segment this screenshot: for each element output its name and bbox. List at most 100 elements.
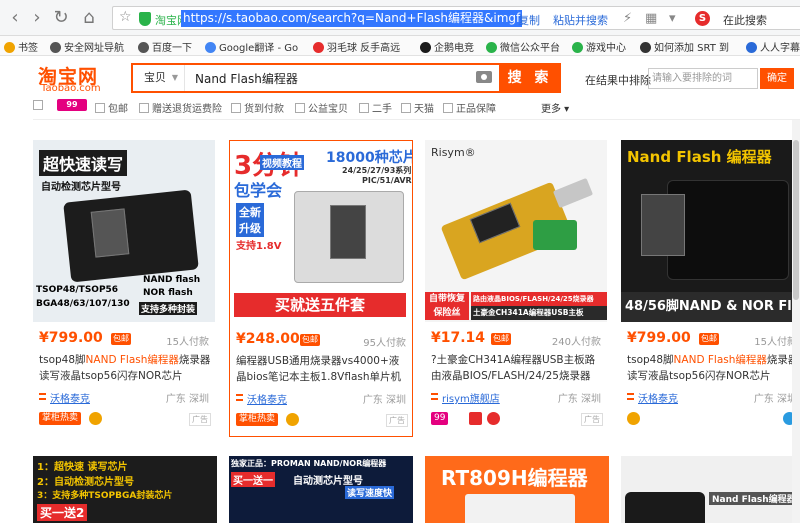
search-button[interactable]: 搜 索 [499,63,561,93]
bookmark-item[interactable]: 百度一下 [138,39,192,54]
exclude-label: 在结果中排除 [585,74,651,87]
filter-99[interactable] [33,100,46,112]
product-title[interactable]: tsop48脚NAND Flash编程器烧录器读写液晶tsop56闪存NOR芯片 [627,352,799,386]
filter-free-shipping[interactable]: 包邮 [95,100,128,115]
bookmark-item[interactable]: 人人字幕 [746,39,800,54]
price: ¥799.00 [39,330,103,346]
chevron-down-icon: ▼ [171,73,178,82]
address-bar[interactable]: ☆ 淘宝网 https://s.taobao.com/search?q=Nand… [112,6,800,30]
product-title[interactable]: tsop48脚NAND Flash编程器烧录器读写液晶tsop56闪存NOR芯片 [39,352,211,386]
filter-tmall[interactable]: 天猫 [401,100,434,115]
forward-icon[interactable]: › [26,7,48,29]
badge-row: 99 广告 [431,411,605,427]
sales-count: 95人付款 [363,338,406,349]
qrcode-icon[interactable]: ▦ [645,11,657,26]
img-text: 自带恢复 保险丝 [425,292,469,320]
filter-row: 99 包邮 赠送退货运费险 货到付款 公益宝贝 二手 天猫 正品保障 更多 ▾ [33,96,800,116]
product-card[interactable]: RT809H编程器 [425,456,609,523]
shield-icon [469,412,482,425]
refresh-icon[interactable]: ↻ [50,7,72,29]
product-title[interactable]: 编程器USB通用烧录器vs4000+液晶bios笔记本主板1.8Vflash单片… [236,353,408,387]
checkbox[interactable] [295,103,305,113]
filter-charity[interactable]: 公益宝贝 [295,100,348,115]
checkbox[interactable] [231,103,241,113]
bookmark-label: 书签 [18,43,38,54]
back-icon[interactable]: ‹ [4,7,26,29]
programmer-device [63,189,199,283]
filter-second-hand[interactable]: 二手 [359,100,392,115]
checkbox[interactable] [95,103,105,113]
bookmark-star-icon[interactable]: ☆ [119,9,132,25]
img-text: 超快速读写 [39,150,128,176]
location: 广东 深圳 [557,394,601,405]
product-image[interactable]: 3分钟 视频教程 包学会 18000种芯片 24/25/27/93系列 PIC/… [230,141,412,323]
filter-genuine[interactable]: 正品保障 [443,100,496,115]
title-part: 编程器USB通用烧录器vs4000+液晶bios笔记本主板1.8Vflash单片… [236,355,402,383]
copy-button[interactable]: 复制 [518,12,540,28]
filter-return-insurance[interactable]: 赠送退货运费险 [139,100,222,115]
search-input[interactable]: Nand Flash编程器 [195,70,298,87]
shop-icon [627,393,634,400]
browser-search-field[interactable]: 在此搜索 [723,12,767,28]
shop-link[interactable]: 沃格泰克 [50,390,90,405]
shop-link[interactable]: risym旗舰店 [442,390,500,405]
product-card[interactable]: 3分钟 视频教程 包学会 18000种芯片 24/25/27/93系列 PIC/… [229,140,413,437]
paste-search-button[interactable]: 粘贴并搜索 [553,12,608,28]
checkbox[interactable] [359,103,369,113]
filter-label: 包邮 [108,104,128,115]
hot-seller-badge: 掌柜热卖 [236,413,279,426]
bookmark-item[interactable]: 安全网址导航 [50,39,124,54]
checkbox[interactable] [401,103,411,113]
img-text: 路由液晶BIOS/FLASH/24/25烧录器 [471,292,607,306]
home-icon[interactable]: ⌂ [78,7,100,29]
bookmark-item[interactable]: 羽毛球 反手高远 [313,39,400,54]
checkbox[interactable] [33,100,43,110]
product-card[interactable]: Nand Flash编程器 [621,456,800,523]
url-text[interactable]: https://s.taobao.com/search?q=Nand+Flash… [181,10,523,27]
usb-connector [552,177,594,209]
lightning-icon[interactable]: ⚡ [623,11,632,26]
sales-count: 15人付款 [166,337,209,348]
badge-row [627,411,800,427]
product-image[interactable]: 超快速读写 自动检测芯片型号 NAND flash NOR flash TSOP… [33,140,215,322]
img-text: 2：自动检测芯片型号 [37,477,134,488]
checkbox[interactable] [139,103,149,113]
product-card[interactable]: Risym® 自带恢复 保险丝 路由液晶BIOS/FLASH/24/25烧录器 土… [425,140,609,437]
dropdown-icon[interactable]: ▾ [669,11,676,26]
security-shield-icon [139,12,151,26]
camera-icon[interactable] [476,71,492,83]
taobao-logo-sub[interactable]: Taobao.com [41,83,101,94]
globe-icon [50,42,61,53]
exclude-confirm-button[interactable]: 确定 [760,68,794,89]
product-card[interactable]: 超快速读写 自动检测芯片型号 NAND flash NOR flash TSOP… [33,140,217,437]
more-filters-button[interactable]: 更多 ▾ [541,100,569,115]
exclude-input[interactable]: 请输入要排除的词 [648,68,758,89]
bookmark-item[interactable]: 微信公众平台 [486,39,560,54]
bookmark-item[interactable]: Google翻译 - Go [205,39,298,54]
page-scrollbar[interactable] [792,120,800,523]
bookmark-item[interactable]: 书签 [4,39,38,54]
product-image[interactable]: Nand Flash 编程器 48/56脚NAND & NOR Flash [621,140,800,322]
free-shipping-tag: 包邮 [300,334,320,346]
checkbox[interactable] [443,103,453,113]
bookmark-label: 如何添加 SRT 到 [654,43,730,54]
bookmark-item[interactable]: 如何添加 SRT 到 [640,39,729,54]
filter-cod[interactable]: 货到付款 [231,100,284,115]
product-title[interactable]: ?土豪金CH341A编程器USB主板路由液晶BIOS/FLASH/24/25烧录… [431,352,603,386]
shop-link[interactable]: 沃格泰克 [638,390,678,405]
product-card[interactable]: 独家正品：PROMAN NAND/NOR编程器 买一送一 自动测芯片型号 读写速… [229,456,413,523]
search-box: 宝贝 ▼ Nand Flash编程器 [131,63,501,93]
bookmark-item[interactable]: 企鹅电竞 [420,39,474,54]
bookmark-label: Google翻译 - Go [219,43,299,54]
shop-link[interactable]: 沃格泰克 [247,391,287,406]
product-card[interactable]: 1：超快速 读写芯片 2：自动检测芯片型号 3：支持多种TSOPBGA封装芯片 … [33,456,217,523]
product-image[interactable]: Risym® 自带恢复 保险丝 路由液晶BIOS/FLASH/24/25烧录器 土… [425,140,607,322]
img-text-part: 买一送 [40,506,77,520]
ad-label: 广告 [189,413,211,426]
product-card[interactable]: Nand Flash 编程器 48/56脚NAND & NOR Flash ¥7… [621,140,800,437]
bookmark-item[interactable]: 游戏中心 [572,39,626,54]
img-text: 升级 [236,219,264,237]
search-category-select[interactable]: 宝贝 ▼ [133,65,185,91]
search-engine-icon[interactable]: S [695,11,710,26]
programmer-device [465,494,575,523]
